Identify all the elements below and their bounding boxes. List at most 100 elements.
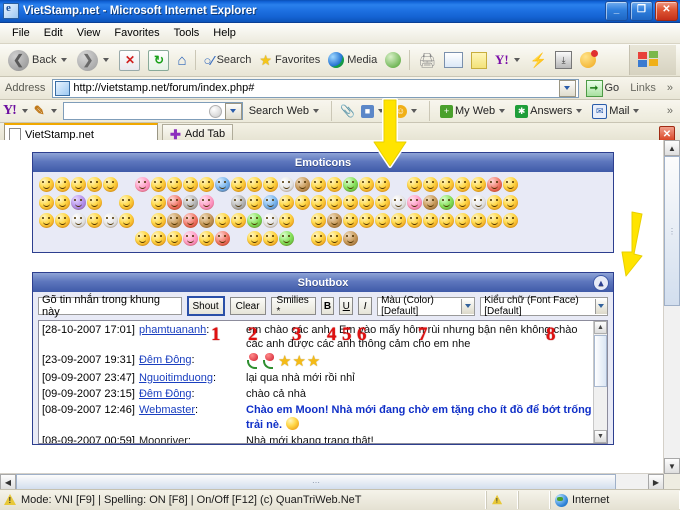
yahoo-logo-dropdown-icon[interactable]	[21, 109, 28, 113]
favorites-button[interactable]: ★ Favorites	[255, 50, 324, 71]
scroll-up-button[interactable]: ▲	[594, 321, 607, 334]
emoticon-icon[interactable]	[247, 195, 262, 210]
emoticon-icon[interactable]	[279, 177, 294, 192]
underline-button[interactable]: U	[339, 297, 354, 315]
menu-item-help[interactable]: Help	[206, 25, 243, 41]
emoticon-icon[interactable]	[423, 195, 438, 210]
emoticon-icon[interactable]	[455, 177, 470, 192]
page-horizontal-scrollbar[interactable]: ◀ ⋯ ▶	[0, 473, 664, 490]
my-web-dropdown-icon[interactable]	[499, 109, 506, 113]
yahoo-overflow-icon[interactable]: »	[663, 105, 677, 117]
emoticon-icon[interactable]	[375, 195, 390, 210]
back-button[interactable]: ❮ Back	[4, 48, 73, 73]
emoticon-icon[interactable]	[311, 231, 326, 246]
scroll-down-button[interactable]: ▼	[594, 430, 607, 443]
yahoo-search-input[interactable]	[62, 102, 243, 120]
page-scroll-up-button[interactable]: ▲	[664, 140, 680, 156]
shout-message-input[interactable]: Gõ tin nhắn trong khung này	[38, 294, 182, 318]
menu-item-tools[interactable]: Tools	[167, 25, 207, 41]
emoticon-icon[interactable]	[439, 177, 454, 192]
emoticon-icon[interactable]	[231, 195, 246, 210]
address-input[interactable]: http://vietstamp.net/forum/index.php#	[52, 78, 579, 98]
emoticon-icon[interactable]	[311, 177, 326, 192]
yahoo-search-dropdown[interactable]	[224, 102, 242, 120]
msn-button[interactable]	[576, 50, 600, 70]
emoticon-icon[interactable]	[103, 213, 118, 228]
emoticon-icon[interactable]	[487, 177, 502, 192]
page-scroll-right-button[interactable]: ▶	[648, 474, 664, 490]
emoticon-icon[interactable]	[119, 195, 134, 210]
chevron-down-icon[interactable]	[461, 298, 475, 314]
menu-item-favorites[interactable]: Favorites	[107, 25, 166, 41]
menu-item-edit[interactable]: Edit	[37, 25, 70, 41]
shout-username[interactable]: Nguoitimduong	[139, 371, 213, 385]
font-select[interactable]: Kiểu chữ (Font Face) [Default]	[480, 295, 609, 317]
pencil-icon[interactable]: ✎	[34, 103, 45, 119]
page-hscroll-thumb[interactable]: ⋯	[16, 474, 616, 490]
emoticon-icon[interactable]	[471, 177, 486, 192]
media-button[interactable]: Media	[324, 50, 381, 70]
emoticon-icon[interactable]	[439, 195, 454, 210]
menu-item-file[interactable]: File	[5, 25, 37, 41]
emoticon-icon[interactable]	[343, 195, 358, 210]
mail-dropdown-icon[interactable]	[633, 109, 640, 113]
emoticon-icon[interactable]	[375, 177, 390, 192]
attach-icon[interactable]: 📎	[340, 104, 355, 119]
messenger-button[interactable]: ⚡	[526, 50, 551, 71]
emoticon-icon[interactable]	[375, 213, 390, 228]
history-button[interactable]	[381, 50, 405, 70]
back-dropdown-icon[interactable]	[61, 58, 68, 62]
emoticon-icon[interactable]	[199, 231, 214, 246]
emoticon-icon[interactable]	[55, 213, 70, 228]
emoticon-icon[interactable]	[439, 213, 454, 228]
emoticon-icon[interactable]	[55, 177, 70, 192]
emoticon-icon[interactable]	[151, 213, 166, 228]
emoticon-icon[interactable]	[183, 231, 198, 246]
emoticon-icon[interactable]	[71, 213, 86, 228]
go-button[interactable]: ➞ Go	[582, 79, 624, 97]
print-button[interactable]: 🖨	[414, 50, 440, 71]
emoticon-icon[interactable]	[359, 195, 374, 210]
answers-dropdown-icon[interactable]	[576, 109, 583, 113]
emoticon-icon[interactable]	[423, 177, 438, 192]
emoticon-icon[interactable]	[263, 177, 278, 192]
emoticon-icon[interactable]	[39, 177, 54, 192]
page-scroll-down-button[interactable]: ▼	[664, 458, 680, 474]
emoticon-icon[interactable]	[151, 177, 166, 192]
emoticon-icon[interactable]	[263, 195, 278, 210]
emoticon-icon[interactable]	[103, 177, 118, 192]
emoticon-icon[interactable]	[327, 177, 342, 192]
emoticon-icon[interactable]	[231, 177, 246, 192]
emoticon-icon[interactable]	[87, 195, 102, 210]
emoticon-icon[interactable]	[391, 195, 406, 210]
emoticon-icon[interactable]	[343, 231, 358, 246]
emoticon-icon[interactable]	[487, 195, 502, 210]
emoticon-icon[interactable]	[455, 213, 470, 228]
emoticon-icon[interactable]	[247, 231, 262, 246]
download-button[interactable]: ⤓	[551, 49, 576, 71]
search-web-dropdown-icon[interactable]	[313, 109, 320, 113]
address-overflow-icon[interactable]: »	[663, 82, 677, 94]
answers-button[interactable]: ✱ Answers	[513, 104, 586, 118]
emoticon-icon[interactable]	[263, 213, 278, 228]
emoticon-icon[interactable]	[455, 195, 470, 210]
emoticon-icon[interactable]	[71, 195, 86, 210]
emoticon-icon[interactable]	[247, 213, 262, 228]
emoticon-icon[interactable]	[167, 177, 182, 192]
my-web-button[interactable]: + My Web	[438, 104, 509, 118]
links-button[interactable]: Links	[626, 82, 660, 94]
emoticon-icon[interactable]	[407, 195, 422, 210]
pencil-dropdown-icon[interactable]	[50, 109, 57, 113]
address-dropdown-button[interactable]	[558, 79, 576, 97]
emoticon-icon[interactable]	[503, 177, 518, 192]
emoticon-icon[interactable]	[263, 231, 278, 246]
emoticon-icon[interactable]	[167, 231, 182, 246]
emoticon-icon[interactable]	[391, 213, 406, 228]
emoticon-icon[interactable]	[279, 231, 294, 246]
emoticon-icon[interactable]	[359, 177, 374, 192]
emoticon-icon[interactable]	[327, 231, 342, 246]
search-button[interactable]: ○⁄ Search	[200, 51, 256, 70]
emoticon-icon[interactable]	[327, 195, 342, 210]
emoticon-icon[interactable]	[199, 213, 214, 228]
minimize-button[interactable]: _	[605, 1, 628, 21]
